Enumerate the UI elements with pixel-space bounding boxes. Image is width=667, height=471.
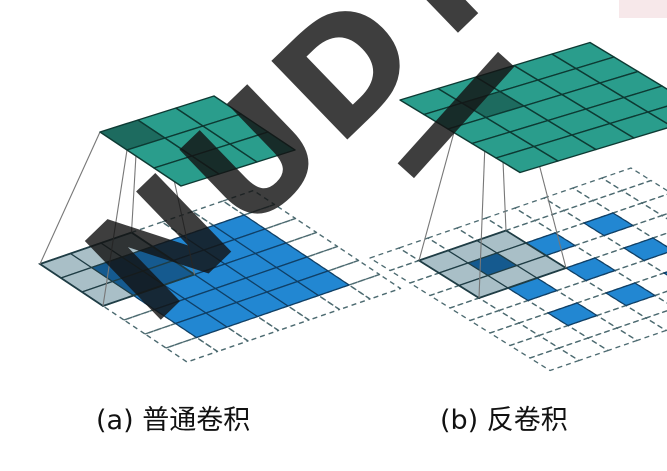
deconvolution-diagram (369, 41, 667, 372)
input-cell (583, 212, 634, 237)
input-cell (623, 237, 667, 262)
padding-cell (558, 337, 609, 362)
padding-cell (621, 179, 667, 204)
input-cell (547, 302, 598, 327)
padding-cell (574, 234, 625, 259)
padding-cell (449, 297, 500, 322)
caption-b: (b) 反卷积 (440, 405, 568, 436)
padding-cell (572, 177, 623, 202)
figure: NUDT (a) 普通卷积 (b) 反卷积 (0, 0, 667, 466)
input-cell (605, 282, 656, 307)
padding-cell (529, 347, 580, 372)
padding-cell (645, 310, 667, 332)
padding-cell (587, 327, 638, 352)
padding-cell (641, 193, 667, 217)
padding-cell (514, 197, 565, 222)
padding-cell (165, 336, 219, 363)
padding-cell (538, 324, 589, 349)
padding-cell (222, 189, 276, 216)
padding-cell (543, 187, 594, 212)
diagram-svg (37, 41, 667, 372)
padding-cell (485, 207, 536, 232)
padding-cell (596, 304, 647, 329)
padding-cell (509, 334, 560, 359)
padding-cell (556, 279, 607, 304)
padding-cell (616, 317, 667, 342)
caption-a: (a) 普通卷积 (96, 405, 251, 436)
corner-mark (619, 0, 667, 18)
padding-cell (369, 247, 420, 272)
padding-cell (534, 209, 585, 234)
padding-cell (469, 309, 520, 334)
convolution-diagram (37, 95, 402, 363)
padding-cell (348, 273, 402, 300)
padding-cell (592, 189, 643, 214)
padding-cell (654, 290, 667, 304)
padding-cell (661, 213, 667, 220)
padding-cell (601, 167, 652, 192)
projection-line (39, 131, 101, 265)
padding-cell (498, 299, 549, 324)
padding-cell (489, 322, 540, 347)
input-cell (565, 257, 616, 282)
padding-cell (614, 259, 665, 284)
